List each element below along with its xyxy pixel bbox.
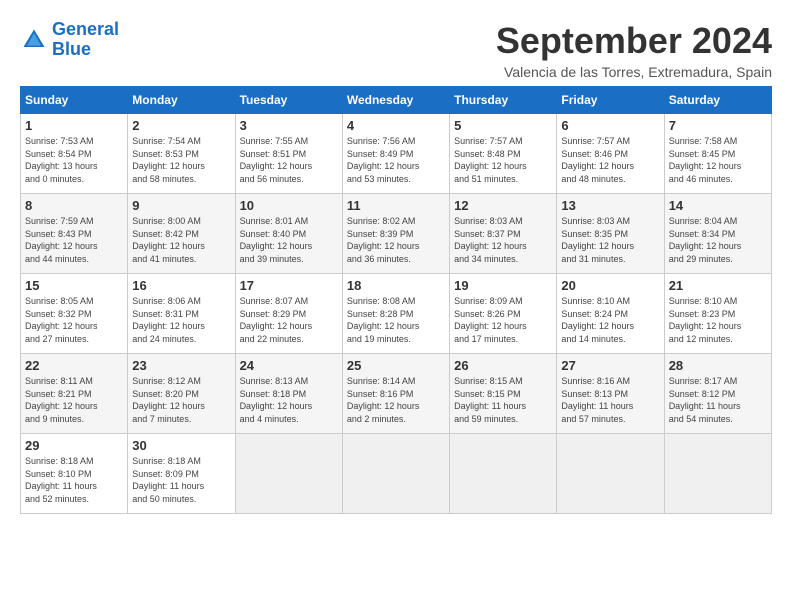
calendar-title: September 2024 [496, 20, 772, 62]
calendar-subtitle: Valencia de las Torres, Extremadura, Spa… [496, 64, 772, 80]
header-tuesday: Tuesday [235, 87, 342, 114]
calendar-table: Sunday Monday Tuesday Wednesday Thursday… [20, 86, 772, 514]
weekday-header-row: Sunday Monday Tuesday Wednesday Thursday… [21, 87, 772, 114]
table-row [450, 434, 557, 514]
table-row: 9Sunrise: 8:00 AMSunset: 8:42 PMDaylight… [128, 194, 235, 274]
week-row-5: 29Sunrise: 8:18 AMSunset: 8:10 PMDayligh… [21, 434, 772, 514]
table-row: 15Sunrise: 8:05 AMSunset: 8:32 PMDayligh… [21, 274, 128, 354]
header-monday: Monday [128, 87, 235, 114]
table-row: 10Sunrise: 8:01 AMSunset: 8:40 PMDayligh… [235, 194, 342, 274]
table-row: 6Sunrise: 7:57 AMSunset: 8:46 PMDaylight… [557, 114, 664, 194]
table-row: 4Sunrise: 7:56 AMSunset: 8:49 PMDaylight… [342, 114, 449, 194]
table-row: 30Sunrise: 8:18 AMSunset: 8:09 PMDayligh… [128, 434, 235, 514]
table-row: 17Sunrise: 8:07 AMSunset: 8:29 PMDayligh… [235, 274, 342, 354]
table-row: 22Sunrise: 8:11 AMSunset: 8:21 PMDayligh… [21, 354, 128, 434]
header-wednesday: Wednesday [342, 87, 449, 114]
table-row [342, 434, 449, 514]
header: General Blue September 2024 Valencia de … [20, 20, 772, 80]
table-row: 21Sunrise: 8:10 AMSunset: 8:23 PMDayligh… [664, 274, 771, 354]
table-row: 13Sunrise: 8:03 AMSunset: 8:35 PMDayligh… [557, 194, 664, 274]
table-row: 29Sunrise: 8:18 AMSunset: 8:10 PMDayligh… [21, 434, 128, 514]
table-row: 23Sunrise: 8:12 AMSunset: 8:20 PMDayligh… [128, 354, 235, 434]
table-row: 19Sunrise: 8:09 AMSunset: 8:26 PMDayligh… [450, 274, 557, 354]
table-row: 14Sunrise: 8:04 AMSunset: 8:34 PMDayligh… [664, 194, 771, 274]
logo-text: General Blue [52, 20, 119, 60]
table-row [557, 434, 664, 514]
table-row: 1Sunrise: 7:53 AMSunset: 8:54 PMDaylight… [21, 114, 128, 194]
week-row-2: 8Sunrise: 7:59 AMSunset: 8:43 PMDaylight… [21, 194, 772, 274]
table-row: 27Sunrise: 8:16 AMSunset: 8:13 PMDayligh… [557, 354, 664, 434]
table-row: 28Sunrise: 8:17 AMSunset: 8:12 PMDayligh… [664, 354, 771, 434]
table-row: 2Sunrise: 7:54 AMSunset: 8:53 PMDaylight… [128, 114, 235, 194]
header-sunday: Sunday [21, 87, 128, 114]
header-friday: Friday [557, 87, 664, 114]
table-row: 7Sunrise: 7:58 AMSunset: 8:45 PMDaylight… [664, 114, 771, 194]
logo-icon [20, 26, 48, 54]
table-row [664, 434, 771, 514]
week-row-1: 1Sunrise: 7:53 AMSunset: 8:54 PMDaylight… [21, 114, 772, 194]
table-row: 24Sunrise: 8:13 AMSunset: 8:18 PMDayligh… [235, 354, 342, 434]
table-row: 8Sunrise: 7:59 AMSunset: 8:43 PMDaylight… [21, 194, 128, 274]
table-row: 25Sunrise: 8:14 AMSunset: 8:16 PMDayligh… [342, 354, 449, 434]
week-row-4: 22Sunrise: 8:11 AMSunset: 8:21 PMDayligh… [21, 354, 772, 434]
table-row: 16Sunrise: 8:06 AMSunset: 8:31 PMDayligh… [128, 274, 235, 354]
table-row: 18Sunrise: 8:08 AMSunset: 8:28 PMDayligh… [342, 274, 449, 354]
title-area: September 2024 Valencia de las Torres, E… [496, 20, 772, 80]
table-row [235, 434, 342, 514]
header-saturday: Saturday [664, 87, 771, 114]
logo: General Blue [20, 20, 119, 60]
table-row: 12Sunrise: 8:03 AMSunset: 8:37 PMDayligh… [450, 194, 557, 274]
table-row: 5Sunrise: 7:57 AMSunset: 8:48 PMDaylight… [450, 114, 557, 194]
table-row: 3Sunrise: 7:55 AMSunset: 8:51 PMDaylight… [235, 114, 342, 194]
table-row: 11Sunrise: 8:02 AMSunset: 8:39 PMDayligh… [342, 194, 449, 274]
week-row-3: 15Sunrise: 8:05 AMSunset: 8:32 PMDayligh… [21, 274, 772, 354]
header-thursday: Thursday [450, 87, 557, 114]
table-row: 20Sunrise: 8:10 AMSunset: 8:24 PMDayligh… [557, 274, 664, 354]
table-row: 26Sunrise: 8:15 AMSunset: 8:15 PMDayligh… [450, 354, 557, 434]
